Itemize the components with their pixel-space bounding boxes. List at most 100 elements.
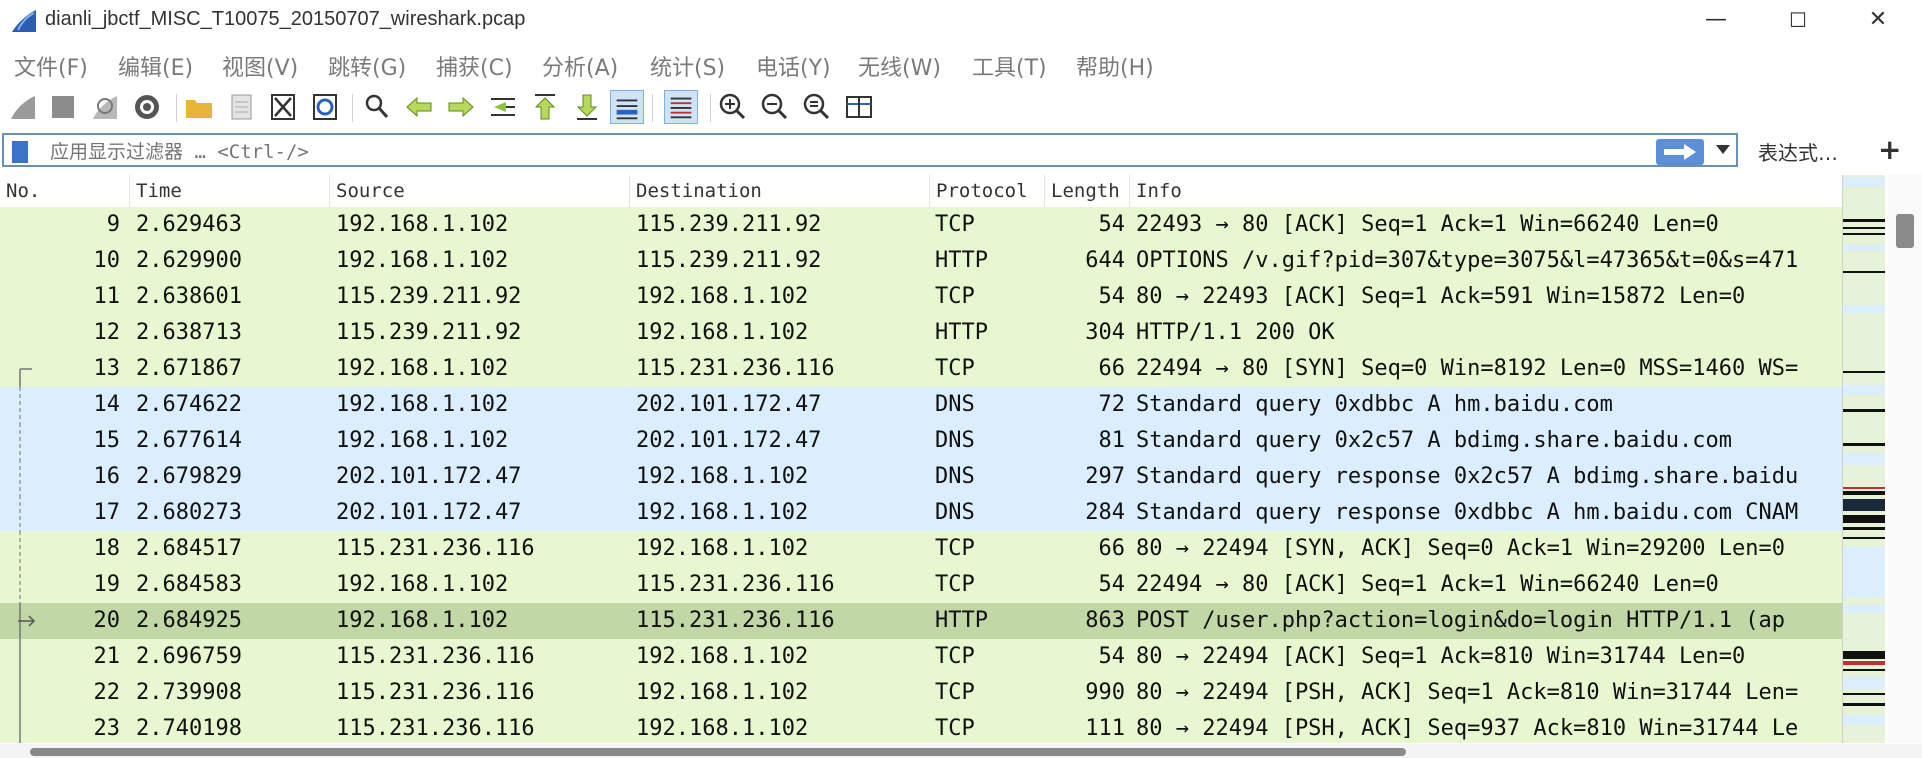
menu-tools[interactable]: 工具(T)	[972, 50, 1047, 82]
column-header-destination[interactable]: Destination	[630, 175, 930, 207]
packet-source: 192.168.1.102	[336, 212, 509, 237]
packet-info: Standard query response 0xdbbc A hm.baid…	[1136, 500, 1799, 525]
related-packet-indicator	[19, 567, 21, 603]
column-header-info[interactable]: Info	[1130, 175, 1842, 207]
toolbar-separator	[652, 94, 653, 122]
packet-info: POST /user.php?action=login&do=login HTT…	[1136, 608, 1786, 633]
packet-destination: 115.231.236.116	[636, 608, 835, 633]
menu-bar: 文件(F) 编辑(E) 视图(V) 跳转(G) 捕获(C) 分析(A) 统计(S…	[0, 44, 1922, 84]
last-packet-icon[interactable]	[570, 90, 604, 124]
packet-length: 863	[1085, 608, 1125, 633]
packet-info: 80 → 22493 [ACK] Seq=1 Ack=591 Win=15872…	[1136, 284, 1746, 309]
packet-row[interactable]: 22 2.739908 115.231.236.116 192.168.1.102 TC…	[0, 675, 1842, 711]
go-forward-icon[interactable]	[444, 90, 478, 124]
packet-row[interactable]: 11 2.638601 115.239.211.92 192.168.1.102 TCP…	[0, 279, 1842, 315]
packet-protocol: TCP	[935, 284, 975, 309]
vertical-scrollbar[interactable]	[1888, 175, 1922, 743]
menu-go[interactable]: 跳转(G)	[328, 50, 406, 82]
capture-options-icon[interactable]	[130, 90, 164, 124]
packet-row[interactable]: 17 2.680273 202.101.172.47 192.168.1.102 DNS…	[0, 495, 1842, 531]
packet-source: 115.239.211.92	[336, 284, 522, 309]
save-file-icon[interactable]	[224, 90, 258, 124]
menu-telephony[interactable]: 电话(Y)	[756, 50, 831, 82]
column-header-length[interactable]: Length	[1045, 175, 1130, 207]
minimize-button[interactable]: —	[1694, 6, 1738, 34]
packet-row[interactable]: 10 2.629900 192.168.1.102 115.239.211.92 HTT…	[0, 243, 1842, 279]
packet-protocol: DNS	[935, 500, 975, 525]
packet-time: 2.671867	[136, 356, 242, 381]
related-packet-indicator	[19, 387, 21, 423]
packet-row[interactable]: 23 2.740198 115.231.236.116 192.168.1.102 TC…	[0, 711, 1842, 743]
packet-protocol: TCP	[935, 356, 975, 381]
restart-capture-icon[interactable]	[88, 90, 122, 124]
column-header-time[interactable]: Time	[130, 175, 330, 207]
related-packet-indicator	[18, 207, 38, 243]
normal-size-icon[interactable]	[800, 90, 834, 124]
menu-edit[interactable]: 编辑(E)	[118, 50, 193, 82]
auto-scroll-icon[interactable]	[610, 90, 644, 124]
menu-capture[interactable]: 捕获(C)	[436, 50, 513, 82]
expression-button[interactable]: 表达式…	[1758, 137, 1838, 166]
packet-rows: 9 2.629463 192.168.1.102 115.239.211.92 TCP 5…	[0, 207, 1842, 743]
menu-wireless[interactable]: 无线(W)	[858, 50, 941, 82]
packet-row[interactable]: 20 2.684925 192.168.1.102 115.231.236.116 HT…	[0, 603, 1842, 639]
packet-destination: 192.168.1.102	[636, 284, 809, 309]
chevron-down-icon[interactable]	[1716, 145, 1730, 154]
packet-protocol: TCP	[935, 536, 975, 561]
packet-info: Standard query response 0x2c57 A bdimg.s…	[1136, 464, 1799, 489]
packet-row[interactable]: 15 2.677614 192.168.1.102 202.101.172.47 DNS…	[0, 423, 1842, 459]
bookmark-icon[interactable]	[12, 141, 28, 163]
go-back-icon[interactable]	[402, 90, 436, 124]
packet-minimap[interactable]	[1842, 175, 1885, 743]
horizontal-scroll-thumb[interactable]	[30, 748, 1406, 756]
menu-file[interactable]: 文件(F)	[14, 50, 88, 82]
packet-destination: 192.168.1.102	[636, 644, 809, 669]
vertical-scroll-thumb[interactable]	[1896, 214, 1914, 248]
packet-length: 644	[1085, 248, 1125, 273]
packet-row[interactable]: 18 2.684517 115.231.236.116 192.168.1.102 TC…	[0, 531, 1842, 567]
column-header-protocol[interactable]: Protocol	[930, 175, 1045, 207]
packet-row[interactable]: 13 2.671867 192.168.1.102 115.231.236.116 TC…	[0, 351, 1842, 387]
open-file-icon[interactable]	[182, 90, 216, 124]
packet-protocol: TCP	[935, 644, 975, 669]
packet-destination: 192.168.1.102	[636, 464, 809, 489]
display-filter-input[interactable]	[48, 138, 1302, 166]
colorize-icon[interactable]	[664, 90, 698, 124]
apply-filter-arrow-icon[interactable]	[1656, 139, 1704, 165]
start-capture-icon[interactable]	[6, 90, 40, 124]
menu-help[interactable]: 帮助(H)	[1076, 50, 1154, 82]
close-button[interactable]: ✕	[1856, 6, 1900, 34]
maximize-button[interactable]: ☐	[1776, 6, 1820, 34]
menu-statistics[interactable]: 统计(S)	[650, 50, 725, 82]
packet-row[interactable]: 14 2.674622 192.168.1.102 202.101.172.47 DNS…	[0, 387, 1842, 423]
packet-row[interactable]: 9 2.629463 192.168.1.102 115.239.211.92 TCP 5…	[0, 207, 1842, 243]
packet-row[interactable]: 21 2.696759 115.231.236.116 192.168.1.102 TC…	[0, 639, 1842, 675]
packet-length: 66	[1098, 356, 1126, 381]
zoom-in-icon[interactable]	[716, 90, 750, 124]
stop-capture-icon[interactable]	[46, 90, 80, 124]
column-header-source[interactable]: Source	[330, 175, 630, 207]
packet-info: HTTP/1.1 200 OK	[1136, 320, 1335, 345]
menu-analyze[interactable]: 分析(A)	[542, 50, 618, 82]
column-header-no[interactable]: No.	[0, 175, 130, 207]
packet-row[interactable]: 12 2.638713 115.239.211.92 192.168.1.102 HTT…	[0, 315, 1842, 351]
go-to-packet-icon[interactable]	[486, 90, 520, 124]
related-packet-indicator	[19, 531, 21, 567]
reload-file-icon[interactable]	[308, 90, 342, 124]
packet-source: 192.168.1.102	[336, 572, 509, 597]
resize-columns-icon[interactable]	[842, 90, 876, 124]
zoom-out-icon[interactable]	[758, 90, 792, 124]
find-packet-icon[interactable]	[360, 90, 394, 124]
display-filter-bar: 表达式… +	[0, 133, 1922, 169]
related-packet-indicator	[18, 279, 38, 315]
packet-time: 2.739908	[136, 680, 242, 705]
menu-view[interactable]: 视图(V)	[222, 50, 298, 82]
packet-info: 22494 → 80 [SYN] Seq=0 Win=8192 Len=0 MS…	[1136, 356, 1799, 381]
packet-row[interactable]: 16 2.679829 202.101.172.47 192.168.1.102 DNS…	[0, 459, 1842, 495]
packet-destination: 115.231.236.116	[636, 356, 835, 381]
packet-list-header: No. Time Source Destination Protocol Len…	[0, 175, 1842, 207]
add-filter-button[interactable]: +	[1878, 133, 1901, 166]
packet-row[interactable]: 19 2.684583 192.168.1.102 115.231.236.116 TC…	[0, 567, 1842, 603]
close-file-icon[interactable]	[266, 90, 300, 124]
first-packet-icon[interactable]	[528, 90, 562, 124]
